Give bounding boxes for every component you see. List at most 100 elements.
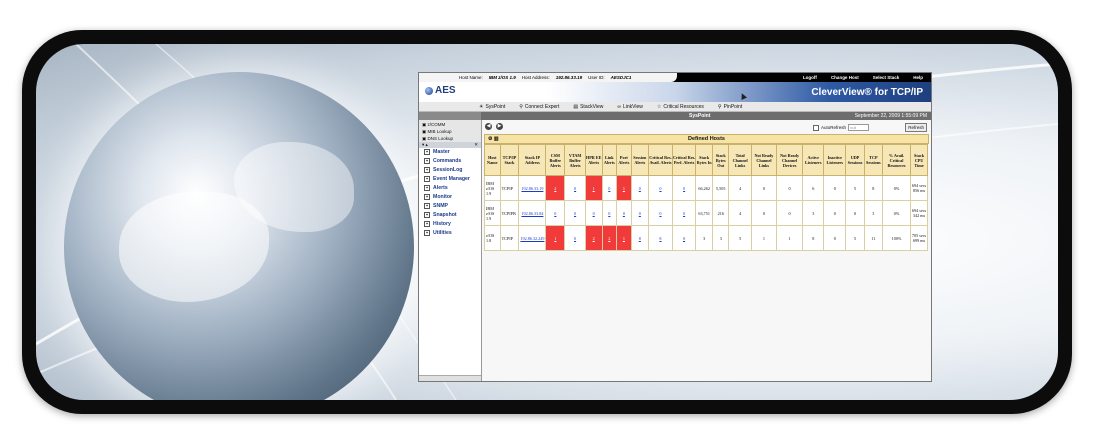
alert-count-link[interactable]: 0 xyxy=(593,211,595,216)
column-header[interactable]: Stack Bytes Out xyxy=(711,144,730,176)
alert-count-link[interactable]: 8 xyxy=(659,236,661,241)
magnifier-icon: ⚲ xyxy=(717,103,722,110)
expand-icon[interactable]: + xyxy=(424,148,430,155)
column-header[interactable]: % Avail. Critical Resources xyxy=(881,144,912,176)
column-header[interactable]: CSM Buffer Alerts xyxy=(545,144,566,176)
stack-ip-link[interactable]: 192.86.33.19 xyxy=(521,186,543,191)
autorefresh-input[interactable]: null xyxy=(848,124,869,131)
alert-count-link[interactable]: 0 xyxy=(683,236,685,241)
alert-count-link[interactable]: 1 xyxy=(623,236,625,241)
column-header[interactable]: Session Alerts xyxy=(630,144,650,176)
column-header[interactable]: Link Alerts xyxy=(601,144,618,176)
tool-zcomm[interactable]: ▣ z/COMM xyxy=(422,121,478,128)
table-cell: 1 xyxy=(616,175,632,201)
autorefresh-checkbox[interactable] xyxy=(812,124,819,131)
column-header[interactable]: Port Alerts xyxy=(616,144,632,176)
column-header[interactable]: Critical Res. Perf. Alerts xyxy=(671,144,697,176)
column-header[interactable]: Stack Bytes In xyxy=(695,144,713,176)
alert-count-link[interactable]: 0 xyxy=(683,211,685,216)
sidebar-item-history[interactable]: + History xyxy=(419,220,481,229)
alert-count-link[interactable]: 0 xyxy=(574,186,576,191)
menu-connect-expert[interactable]: ⚲ Connect Expert xyxy=(519,104,559,110)
back-icon[interactable]: ◀ xyxy=(485,123,492,130)
alert-count-link[interactable]: 2 xyxy=(554,186,556,191)
alert-count-link[interactable]: 0 xyxy=(683,186,685,191)
expand-icon[interactable]: + xyxy=(424,175,430,182)
expand-icon[interactable]: + xyxy=(424,220,430,227)
stack-ip-link[interactable]: 192.86.32.249 xyxy=(520,236,544,241)
expand-icon[interactable]: + xyxy=(424,211,430,218)
alert-count-link[interactable]: 0 xyxy=(639,211,641,216)
menu-pinpoint[interactable]: ⚲ PinPoint xyxy=(718,104,742,110)
alert-count-link[interactable]: 0 xyxy=(659,211,661,216)
alert-count-link[interactable]: 2 xyxy=(608,236,610,241)
column-header[interactable]: Stack CPU Time xyxy=(910,144,928,176)
logoff-link[interactable]: Logoff xyxy=(803,75,817,80)
alert-count-link[interactable]: 0 xyxy=(639,186,641,191)
stack-ip-link[interactable]: 192.86.33.84 xyxy=(521,211,543,216)
change-host-link[interactable]: Change Host xyxy=(831,75,859,80)
sidebar-item-sessionlog[interactable]: + SessionLog xyxy=(419,166,481,175)
sidebar-item-event-manager[interactable]: + Event Manager xyxy=(419,175,481,184)
menu-critical-resources[interactable]: ☆ Critical Resources xyxy=(657,104,704,110)
alert-count-link[interactable]: 2 xyxy=(593,236,595,241)
close-icon[interactable]: ✕ xyxy=(474,142,478,148)
column-header[interactable]: Host Name xyxy=(484,144,501,176)
menu-linkview[interactable]: ∞ LinkView xyxy=(617,104,643,110)
expand-icon[interactable]: + xyxy=(424,202,430,209)
select-stack-link[interactable]: Select Stack xyxy=(873,75,900,80)
sidebar-item-monitor[interactable]: + Monitor xyxy=(419,193,481,202)
sidebar-item-commands[interactable]: + Commands xyxy=(419,157,481,166)
sidebar-item-utilities[interactable]: + Utilities xyxy=(419,229,481,238)
column-header[interactable]: Active Listeners xyxy=(802,144,825,176)
alert-count-link[interactable]: 0 xyxy=(574,211,576,216)
sidebar-item-snapshot[interactable]: + Snapshot xyxy=(419,211,481,220)
alert-count-link[interactable]: 0 xyxy=(554,211,556,216)
column-header[interactable]: UDP Sessions xyxy=(845,144,865,176)
table-tool-icons[interactable]: ⚙ ▥ xyxy=(488,135,499,143)
table-cell: 63,751 xyxy=(695,200,713,226)
tool-mib-lookup[interactable]: ▣ MIB Lookup xyxy=(422,128,478,135)
help-link[interactable]: Help xyxy=(913,75,923,80)
forward-icon[interactable]: ▶ xyxy=(496,123,503,130)
tool-label: MIB Lookup xyxy=(427,129,452,134)
column-header[interactable]: TCP/IP Stack xyxy=(499,144,520,176)
expand-icon[interactable]: + xyxy=(424,229,430,236)
sidebar-item-snmp[interactable]: + SNMP xyxy=(419,202,481,211)
expand-icon[interactable]: + xyxy=(424,166,430,173)
column-header[interactable]: VTAM Buffer Alerts xyxy=(564,144,586,176)
column-header[interactable]: Not Ready Channel Links xyxy=(750,144,778,176)
alert-count-link[interactable]: 1 xyxy=(593,186,595,191)
expand-icon[interactable]: + xyxy=(424,184,430,191)
sidebar-scrollbar[interactable] xyxy=(419,375,481,381)
alert-count-link[interactable]: 0 xyxy=(608,186,610,191)
table-cell: 0 xyxy=(648,175,673,201)
tool-dns-lookup[interactable]: ▣ DNS Lookup xyxy=(422,135,478,142)
sidebar-item-label: Alerts xyxy=(433,185,448,191)
table-cell: 1 xyxy=(776,225,804,251)
table-cell: 0 xyxy=(671,175,697,201)
menu-syspoint[interactable]: ☀ SysPoint xyxy=(479,104,505,110)
alert-count-link[interactable]: 1 xyxy=(623,186,625,191)
alert-count-link[interactable]: 8 xyxy=(639,236,641,241)
sidebar-item-alerts[interactable]: + Alerts xyxy=(419,184,481,193)
column-header[interactable]: Total Channel Links xyxy=(728,144,752,176)
alert-count-link[interactable]: 1 xyxy=(554,236,556,241)
menu-stackview[interactable]: ▤ StackView xyxy=(573,104,603,110)
column-header[interactable]: Stack IP Address xyxy=(518,144,547,176)
column-header[interactable]: Not Ready Channel Devices xyxy=(776,144,804,176)
alert-count-link[interactable]: 0 xyxy=(608,211,610,216)
alert-count-link[interactable]: 0 xyxy=(574,236,576,241)
expand-icon[interactable]: + xyxy=(424,157,430,164)
alert-count-link[interactable]: 0 xyxy=(623,211,625,216)
column-header[interactable]: HPR EE Alerts xyxy=(584,144,603,176)
refresh-button[interactable]: Refresh xyxy=(905,123,927,132)
column-header[interactable]: TCP Sessions xyxy=(863,144,884,176)
column-header[interactable]: Inactive Listeners xyxy=(823,144,847,176)
alert-count-link[interactable]: 0 xyxy=(659,186,661,191)
sidebar-item-master[interactable]: + Master xyxy=(419,148,481,157)
column-header[interactable]: Critical Res. Avail. Alerts xyxy=(648,144,673,176)
table-cell: 1 xyxy=(545,225,566,251)
table-cell: 0 xyxy=(648,200,673,226)
expand-icon[interactable]: + xyxy=(424,193,430,200)
